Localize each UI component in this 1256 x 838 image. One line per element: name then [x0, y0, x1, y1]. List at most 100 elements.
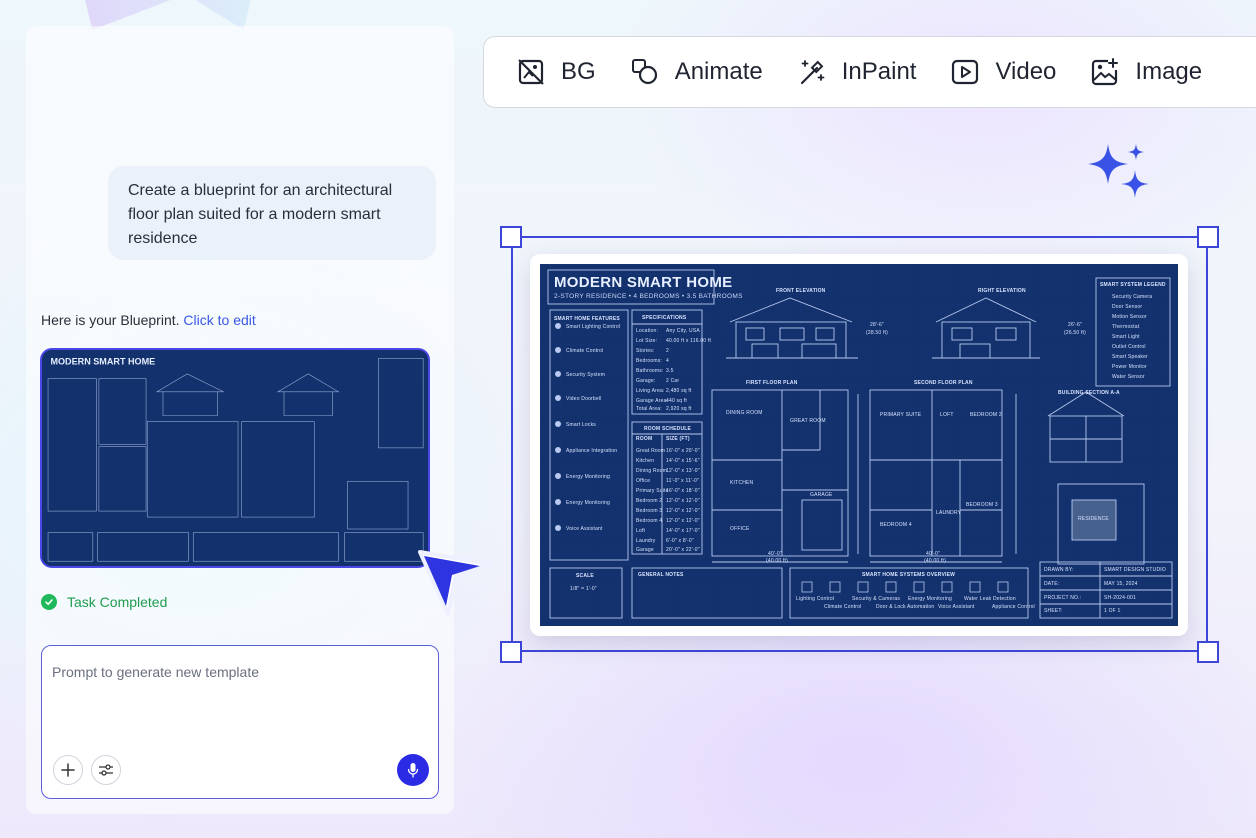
microphone-button[interactable]: [397, 754, 429, 786]
room-col-header: ROOM: [636, 436, 653, 442]
user-message-text: Create a blueprint for an architectural …: [128, 182, 393, 247]
room-size: 12'-0" x 13'-0": [666, 468, 700, 474]
click-to-edit-link[interactable]: Click to edit: [183, 312, 255, 328]
room-schedule-title: ROOM SCHEDULE: [644, 426, 692, 432]
spec-key: Location:: [636, 328, 659, 334]
assistant-reply: Here is your Blueprint. Click to edit: [41, 312, 256, 328]
feature-item: Voice Assistant: [566, 526, 603, 532]
add-attachment-button[interactable]: [53, 755, 83, 785]
overview-item: Voice Assistant: [938, 604, 975, 610]
blueprint-image: MODERN SMART HOME 2-STORY RESIDENCE • 4 …: [540, 264, 1178, 626]
animate-icon: [631, 59, 657, 85]
room-label: PRIMARY SUITE: [880, 412, 922, 418]
room-label: RESIDENCE: [1078, 516, 1109, 522]
legend-item: Door Sensor: [1112, 304, 1143, 310]
dimension-height-ft: (28.50 ft): [866, 330, 889, 336]
room-label: LOFT: [940, 412, 954, 418]
resize-handle-bottom-right[interactable]: [1197, 641, 1219, 663]
microphone-icon: [407, 763, 419, 778]
video-tool-button[interactable]: Video: [950, 57, 1056, 87]
feature-item: Smart Lighting Control: [566, 324, 621, 330]
animate-tool-label: Animate: [674, 58, 763, 85]
spec-key: Bedrooms:: [636, 358, 662, 364]
dimension-width: 40'-0": [768, 551, 782, 557]
room-name: Bedroom 3: [636, 508, 663, 514]
prompt-input[interactable]: [52, 664, 428, 734]
overview-item: Climate Control: [824, 604, 862, 610]
task-status-text: Task Completed: [67, 594, 168, 610]
spec-value: 2 Car: [666, 378, 680, 384]
blueprint-drawing: [540, 264, 1178, 626]
pointer-cursor-icon: [404, 540, 496, 627]
spec-key: Stories:: [636, 348, 655, 354]
image-add-icon: [1092, 58, 1119, 86]
dimension-width-ft: (40.00 ft): [766, 558, 789, 564]
feature-item: Climate Control: [566, 348, 604, 354]
overview-item: Lighting Control: [796, 596, 835, 602]
video-tool-label: Video: [995, 58, 1057, 85]
front-elevation-label: FRONT ELEVATION: [776, 288, 826, 294]
inpaint-tool-label: InPaint: [841, 58, 917, 85]
room-label: BEDROOM 4: [880, 522, 912, 528]
dimension-height: 26'-6": [1068, 322, 1082, 328]
room-name: Office: [636, 478, 651, 484]
tool-bar: BG Animate InPaint Video Image: [483, 36, 1256, 108]
image-tool-button[interactable]: Image: [1090, 57, 1202, 87]
overview-item: Security & Cameras: [852, 596, 901, 602]
title-block-value: SH-2024-001: [1104, 595, 1136, 601]
room-label: BEDROOM 2: [970, 412, 1002, 418]
room-size: 12'-0" x 12'-0": [666, 508, 700, 514]
spec-value: 440 sq ft: [666, 398, 687, 404]
spec-key: Garage Area:: [636, 398, 669, 404]
sliders-icon: [99, 764, 113, 776]
room-name: Great Room: [636, 448, 666, 454]
bg-tool-button[interactable]: BG: [516, 57, 596, 87]
plus-icon: [61, 763, 75, 777]
blueprint-thumbnail-image: MODERN SMART HOME: [42, 350, 428, 566]
spec-value: 2,920 sq ft: [666, 406, 692, 412]
spec-value: 40.00 ft x 116.00 ft: [666, 338, 712, 344]
room-label: DINING ROOM: [726, 410, 763, 416]
spec-key: Total Area:: [636, 406, 662, 412]
resize-handle-top-right[interactable]: [1197, 226, 1219, 248]
notes-title: GENERAL NOTES: [638, 572, 684, 578]
reply-text: Here is your Blueprint.: [41, 312, 180, 328]
spec-key: Garage:: [636, 378, 656, 384]
room-name: Primary Suite: [636, 488, 669, 494]
right-elevation-label: RIGHT ELEVATION: [978, 288, 1026, 294]
blueprint-card[interactable]: MODERN SMART HOME 2-STORY RESIDENCE • 4 …: [530, 254, 1188, 636]
legend-item: Smart Speaker: [1112, 354, 1148, 360]
legend-item: Outlet Control: [1112, 344, 1146, 350]
room-label: GARAGE: [810, 492, 833, 498]
feature-item: Security System: [566, 372, 606, 378]
blueprint-subtitle: 2-STORY RESIDENCE • 4 BEDROOMS • 3.5 BAT…: [554, 293, 743, 300]
bg-tool-label: BG: [561, 58, 596, 85]
overview-item: Energy Monitoring: [908, 596, 952, 602]
specs-title: SPECIFICATIONS: [642, 315, 687, 321]
animate-tool-button[interactable]: Animate: [630, 57, 763, 87]
check-circle-icon: [41, 594, 57, 610]
title-block-value: MAY 15, 2024: [1104, 581, 1138, 587]
spec-key: Living Area:: [636, 388, 665, 394]
image-tool-label: Image: [1135, 58, 1203, 85]
inpaint-tool-button[interactable]: InPaint: [797, 57, 917, 87]
scale-title: SCALE: [576, 573, 594, 579]
title-block-key: DATE:: [1044, 581, 1060, 587]
room-name: Garage: [636, 547, 654, 553]
overview-item: Water Leak Detection: [964, 596, 1016, 602]
spec-value: 3.5: [666, 368, 674, 374]
legend-item: Thermostat: [1112, 324, 1140, 330]
prompt-composer: [41, 645, 439, 799]
dimension-height-ft: (26.50 ft): [1064, 330, 1087, 336]
room-name: Dining Room: [636, 468, 668, 474]
room-name: Laundry: [636, 538, 656, 544]
resize-handle-top-left[interactable]: [500, 226, 522, 248]
second-floor-label: SECOND FLOOR PLAN: [914, 380, 973, 386]
blueprint-thumbnail[interactable]: MODERN SMART HOME: [40, 348, 430, 568]
title-block-value: 1 OF 1: [1104, 608, 1121, 614]
settings-button[interactable]: [91, 755, 121, 785]
room-col-header: SIZE (FT): [666, 436, 690, 442]
resize-handle-bottom-left[interactable]: [500, 641, 522, 663]
spec-value: Any City, USA: [666, 328, 700, 334]
room-name: Kitchen: [636, 458, 655, 464]
